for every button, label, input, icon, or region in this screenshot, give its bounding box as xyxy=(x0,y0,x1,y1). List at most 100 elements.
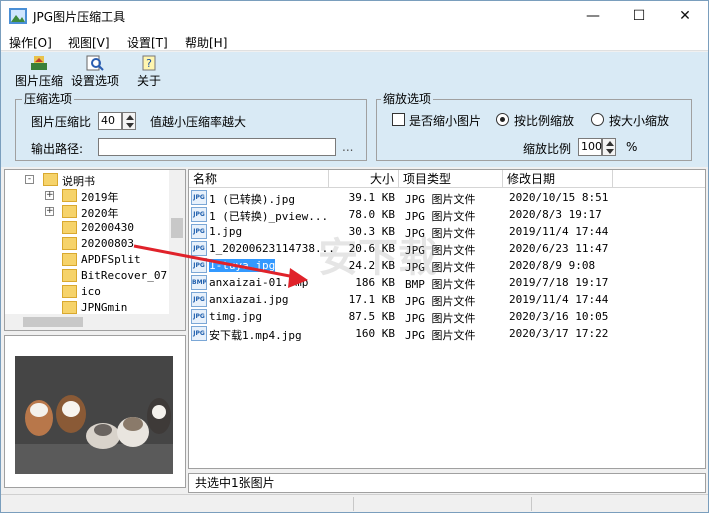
minimize-button[interactable]: — xyxy=(570,1,616,31)
shrink-label: 是否缩小图片 xyxy=(409,114,482,128)
file-size: 17.1 KB xyxy=(348,293,395,306)
file-row[interactable]: JPG 安下载1.mp4.jpg 160 KB JPG 图片文件 2020/3/17 1… xyxy=(189,325,705,342)
menu-help[interactable]: 帮助[H] xyxy=(185,34,227,51)
file-name: 1_20200623114738... xyxy=(209,242,335,255)
tree-vscroll-thumb[interactable] xyxy=(171,218,183,238)
percent-sign: % xyxy=(626,140,638,154)
file-row[interactable]: JPG 1 (已转换).jpg 39.1 KB JPG 图片文件 2020/10/15 … xyxy=(189,189,705,206)
file-type-icon: JPG xyxy=(191,241,207,256)
tree-hscroll-thumb[interactable] xyxy=(23,317,83,327)
preview-image xyxy=(15,356,173,474)
file-row[interactable]: JPG 1-tuya.jpg 24.2 KB JPG 图片文件 2020/8/9 9:0… xyxy=(189,257,705,274)
column-header-size[interactable]: 大小 xyxy=(329,170,399,188)
file-name: 1 (已转换)_pview... xyxy=(209,210,329,223)
folder-icon xyxy=(62,189,77,202)
tree-horizontal-scrollbar[interactable] xyxy=(5,314,185,330)
ratio-input[interactable]: 40 xyxy=(98,112,122,130)
settings-search-icon xyxy=(86,55,104,71)
file-type-icon: JPG xyxy=(191,258,207,273)
folder-icon xyxy=(62,237,77,250)
svg-text:?: ? xyxy=(146,57,152,70)
file-row[interactable]: JPG 1 (已转换)_pview... 78.0 KB JPG 图片文件 2020/8… xyxy=(189,206,705,223)
scale-by-size-radio[interactable] xyxy=(591,113,604,126)
collapse-icon[interactable]: - xyxy=(25,175,34,184)
ratio-hint: 值越小压缩率越大 xyxy=(150,115,247,129)
toolbar: 图片压缩 设置选项 ? 关于 xyxy=(1,52,708,89)
file-date: 2019/11/4 17:44 xyxy=(509,293,609,306)
tree-node-label: 说明书 xyxy=(62,175,95,188)
about-label: 关于 xyxy=(136,74,161,88)
options-area: 压缩选项 图片压缩比 40 值越小压缩率越大 输出路径: ... 缩放选项 是否… xyxy=(1,89,708,167)
file-date: 2020/8/9 9:08 xyxy=(509,259,596,272)
file-size: 87.5 KB xyxy=(348,310,395,323)
folder-icon xyxy=(62,253,77,266)
file-name: 1.jpg xyxy=(209,225,243,238)
file-type-icon: JPG xyxy=(191,309,207,324)
close-button[interactable]: ✕ xyxy=(662,1,708,31)
file-type: JPG 图片文件 xyxy=(405,193,476,206)
file-date: 2019/7/18 19:17 xyxy=(509,276,609,289)
output-path-input[interactable] xyxy=(98,138,336,156)
browse-button[interactable]: ... xyxy=(342,140,353,154)
tree-node-label: JPNGmin xyxy=(81,301,128,314)
folder-icon xyxy=(62,301,77,314)
tree-vertical-scrollbar[interactable] xyxy=(169,170,185,314)
scale-by-size-label: 按大小缩放 xyxy=(609,114,670,128)
compress-button[interactable]: 图片压缩 xyxy=(13,53,65,88)
file-row[interactable]: JPG timg.jpg 87.5 KB JPG 图片文件 2020/3/16 10:0… xyxy=(189,308,705,325)
settings-button[interactable]: 设置选项 xyxy=(69,53,121,88)
window-title: JPG图片压缩工具 xyxy=(33,10,126,24)
shrink-checkbox[interactable] xyxy=(392,113,405,126)
column-header-name[interactable]: 名称 xyxy=(189,170,329,188)
file-type-icon: BMP xyxy=(191,275,207,290)
folder-tree[interactable]: - 说明书 + 2019年 + 2020年 20200430 20200803 … xyxy=(4,169,186,331)
file-list[interactable]: 名称 大小 项目类型 修改日期 JPG 1 (已转换).jpg 39.1 KB JPG… xyxy=(188,169,706,469)
image-preview xyxy=(4,335,186,488)
ratio-label: 图片压缩比 xyxy=(31,115,92,129)
file-type: JPG 图片文件 xyxy=(405,210,476,223)
help-icon: ? xyxy=(140,55,158,71)
file-type-icon: JPG xyxy=(191,326,207,341)
title-bar: JPG图片压缩工具 — ☐ ✕ xyxy=(1,1,708,31)
expand-icon[interactable]: + xyxy=(45,207,54,216)
file-row[interactable]: BMP anxaizai-01.bmp 186 KB BMP 图片文件 2019/7/1… xyxy=(189,274,705,291)
file-type-icon: JPG xyxy=(191,207,207,222)
file-row[interactable]: JPG anxiazai.jpg 17.1 KB JPG 图片文件 2019/11/4 … xyxy=(189,291,705,308)
compress-options-group: 压缩选项 图片压缩比 40 值越小压缩率越大 输出路径: ... xyxy=(15,92,367,161)
file-name: anxiazai.jpg xyxy=(209,293,289,306)
file-type: JPG 图片文件 xyxy=(405,295,476,308)
expand-icon[interactable]: + xyxy=(45,191,54,200)
file-date: 2020/3/16 10:05 xyxy=(509,310,609,323)
folder-icon xyxy=(62,205,77,218)
column-header-type[interactable]: 项目类型 xyxy=(399,170,503,188)
folder-icon xyxy=(43,173,58,186)
file-row[interactable]: JPG 1.jpg 30.3 KB JPG 图片文件 2019/11/4 17:44 xyxy=(189,223,705,240)
scale-ratio-spinner[interactable] xyxy=(602,138,616,156)
scale-ratio-input[interactable]: 100 xyxy=(578,138,602,156)
tree-node-label: APDFSplit xyxy=(81,253,141,266)
scale-by-ratio-radio[interactable] xyxy=(496,113,509,126)
folder-icon xyxy=(62,285,77,298)
compress-icon xyxy=(30,55,48,71)
column-header-date[interactable]: 修改日期 xyxy=(503,170,613,188)
file-name: timg.jpg xyxy=(209,310,262,323)
file-size: 39.1 KB xyxy=(348,191,395,204)
file-type-icon: JPG xyxy=(191,190,207,205)
menu-view[interactable]: 视图[V] xyxy=(68,34,110,51)
status-divider xyxy=(353,497,354,511)
about-button[interactable]: ? 关于 xyxy=(131,53,167,88)
file-name: 1 (已转换).jpg xyxy=(209,193,295,206)
file-type: JPG 图片文件 xyxy=(405,312,476,325)
maximize-button[interactable]: ☐ xyxy=(616,1,662,31)
menu-settings[interactable]: 设置[T] xyxy=(127,34,168,51)
watermark: 安下载 xyxy=(318,235,438,281)
file-size: 160 KB xyxy=(355,327,395,340)
menu-operate[interactable]: 操作[O] xyxy=(9,34,52,51)
scale-options-legend: 缩放选项 xyxy=(381,92,434,106)
file-date: 2020/10/15 8:51 xyxy=(509,191,609,204)
tree-node-label: ico xyxy=(81,285,101,298)
settings-label: 设置选项 xyxy=(70,74,119,88)
file-row[interactable]: JPG 1_20200623114738... 20.6 KB JPG 图片文件 202… xyxy=(189,240,705,257)
ratio-spinner[interactable] xyxy=(122,112,136,130)
file-type-icon: JPG xyxy=(191,224,207,239)
